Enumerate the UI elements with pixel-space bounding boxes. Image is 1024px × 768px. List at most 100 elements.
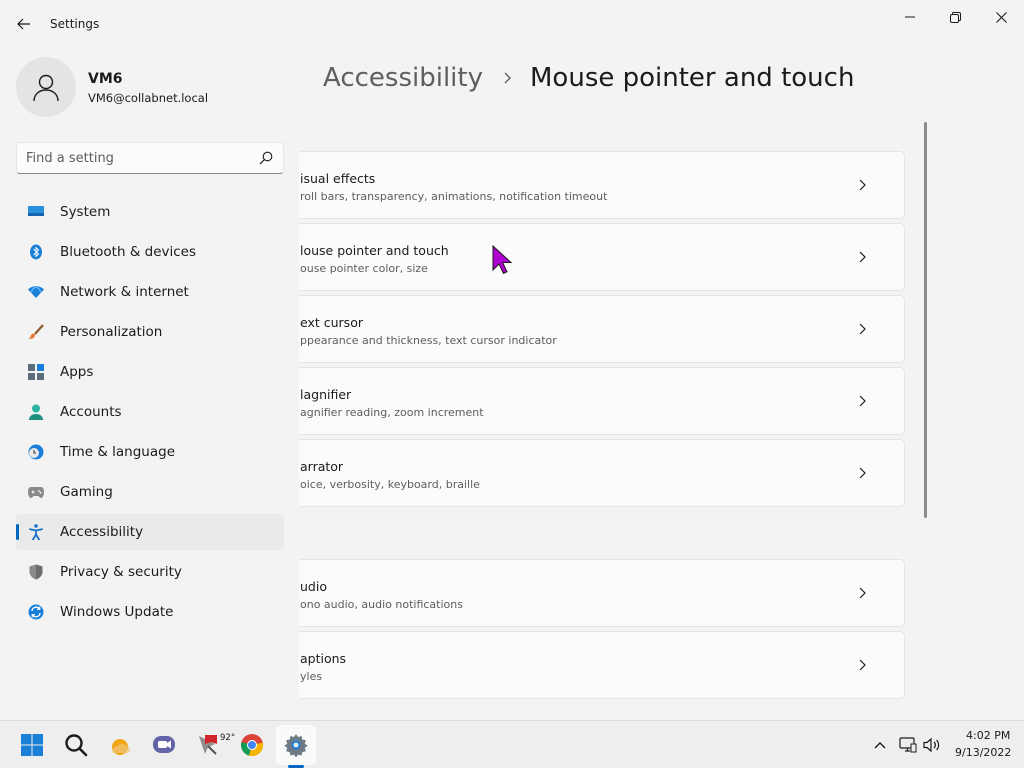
page-title: Mouse pointer and touch <box>530 63 855 93</box>
chevron-up-icon <box>874 742 886 749</box>
weather-widget[interactable]: 92° <box>100 725 235 765</box>
sidebar-item-label: Privacy & security <box>60 564 182 580</box>
sidebar-nav: System Bluetooth & devices Network & int… <box>16 194 284 634</box>
search-icon <box>65 734 88 757</box>
restore-icon <box>949 11 961 23</box>
chevron-right-icon <box>503 72 512 84</box>
apps-icon <box>28 364 44 380</box>
card-description: ppearance and thickness, text cursor ind… <box>300 334 557 347</box>
setting-card-mouse-pointer[interactable]: louse pointer and touch ouse pointer col… <box>299 223 905 291</box>
update-icon <box>28 604 44 620</box>
card-title: udio <box>300 579 327 594</box>
taskbar: 92° 4:02 PM 9/13/2022 <box>0 720 1024 768</box>
setting-card-magnifier[interactable]: lagnifier agnifier reading, zoom increme… <box>299 367 905 435</box>
sidebar-item-windows-update[interactable]: Windows Update <box>16 594 284 630</box>
card-title: arrator <box>300 459 344 474</box>
clock-date[interactable]: 9/13/2022 <box>955 746 1011 759</box>
setting-card-text-cursor[interactable]: ext cursor ppearance and thickness, text… <box>299 295 905 363</box>
setting-card-audio[interactable]: udio ono audio, audio notifications <box>299 559 905 627</box>
taskbar-app-button[interactable] <box>188 725 228 765</box>
card-description: roll bars, transparency, animations, not… <box>300 190 608 203</box>
avatar[interactable] <box>16 57 76 117</box>
accounts-icon <box>28 404 44 420</box>
clock-globe-icon <box>28 444 44 460</box>
chevron-right-icon <box>859 659 866 671</box>
minimize-button[interactable] <box>887 4 933 30</box>
card-description: ouse pointer color, size <box>300 262 428 275</box>
sidebar-item-label: Gaming <box>60 484 113 500</box>
settings-taskbar-button[interactable] <box>276 725 316 765</box>
close-button[interactable] <box>978 4 1024 30</box>
card-title: ext cursor <box>300 315 363 330</box>
sidebar-item-network[interactable]: Network & internet <box>16 274 284 310</box>
scrollbar[interactable] <box>924 122 927 518</box>
gamepad-icon <box>28 484 44 500</box>
start-icon <box>21 734 43 756</box>
card-description: yles <box>300 670 323 683</box>
chevron-right-icon <box>859 587 866 599</box>
back-arrow-icon <box>17 18 30 30</box>
app-title: Settings <box>50 17 100 31</box>
sidebar-item-time-language[interactable]: Time & language <box>16 434 284 470</box>
sidebar-item-bluetooth[interactable]: Bluetooth & devices <box>16 234 284 270</box>
setting-card-visual-effects[interactable]: isual effects roll bars, transparency, a… <box>299 151 905 219</box>
sidebar-item-label: Network & internet <box>60 284 189 300</box>
app-icon <box>199 735 217 755</box>
card-description: oice, verbosity, keyboard, braille <box>300 478 480 491</box>
sidebar-item-label: Apps <box>60 364 94 380</box>
sidebar-item-system[interactable]: System <box>16 194 284 230</box>
restore-button[interactable] <box>932 4 978 30</box>
network-tray-button[interactable] <box>898 735 918 755</box>
chevron-right-icon <box>859 395 866 407</box>
sidebar-item-label: System <box>60 204 111 220</box>
card-title: aptions <box>300 651 347 666</box>
sidebar-item-gaming[interactable]: Gaming <box>16 474 284 510</box>
bluetooth-icon <box>28 244 44 260</box>
sidebar-item-label: Accessibility <box>60 524 144 540</box>
system-icon <box>28 204 44 220</box>
breadcrumb-parent-link[interactable]: Accessibility <box>323 63 483 93</box>
chevron-right-icon <box>859 251 866 263</box>
show-hidden-icons-button[interactable] <box>870 735 890 755</box>
sidebar-item-label: Personalization <box>60 324 163 340</box>
chrome-icon <box>241 734 264 757</box>
sidebar-item-accessibility[interactable]: Accessibility <box>16 514 284 550</box>
settings-icon <box>284 734 308 757</box>
chrome-button[interactable] <box>232 725 272 765</box>
sidebar-item-label: Time & language <box>60 444 176 460</box>
sidebar-item-personalization[interactable]: Personalization <box>16 314 284 350</box>
minimize-icon <box>905 16 915 18</box>
sidebar-item-accounts[interactable]: Accounts <box>16 394 284 430</box>
user-icon <box>33 74 59 102</box>
sidebar-item-label: Accounts <box>60 404 122 420</box>
setting-card-narrator[interactable]: arrator oice, verbosity, keyboard, brail… <box>299 439 905 507</box>
search-box[interactable] <box>16 142 284 174</box>
chevron-right-icon <box>859 323 866 335</box>
breadcrumb: Accessibility Mouse pointer and touch <box>323 58 854 98</box>
paintbrush-icon <box>28 324 44 340</box>
user-email: VM6@collabnet.local <box>88 91 209 105</box>
title-bar: Settings <box>0 0 1024 48</box>
teams-chat-button[interactable] <box>144 725 184 765</box>
network-wired-icon <box>899 737 917 753</box>
wifi-icon <box>28 284 44 300</box>
taskbar-search-button[interactable] <box>56 725 96 765</box>
chevron-right-icon <box>859 179 866 191</box>
weather-icon <box>112 739 130 755</box>
start-button[interactable] <box>12 725 52 765</box>
card-description: agnifier reading, zoom increment <box>300 406 484 419</box>
back-button[interactable] <box>12 12 36 36</box>
sidebar-item-apps[interactable]: Apps <box>16 354 284 390</box>
search-input[interactable] <box>26 149 246 167</box>
user-name: VM6 <box>88 71 123 87</box>
search-icon[interactable] <box>259 151 273 165</box>
card-title: lagnifier <box>300 387 352 402</box>
sidebar-item-privacy[interactable]: Privacy & security <box>16 554 284 590</box>
card-title: louse pointer and touch <box>300 243 449 258</box>
chevron-right-icon <box>859 467 866 479</box>
close-icon <box>995 11 1007 23</box>
clock-time[interactable]: 4:02 PM <box>966 729 1010 742</box>
teams-chat-icon <box>153 736 175 753</box>
setting-card-captions[interactable]: aptions yles <box>299 631 905 699</box>
volume-tray-button[interactable] <box>922 735 942 755</box>
